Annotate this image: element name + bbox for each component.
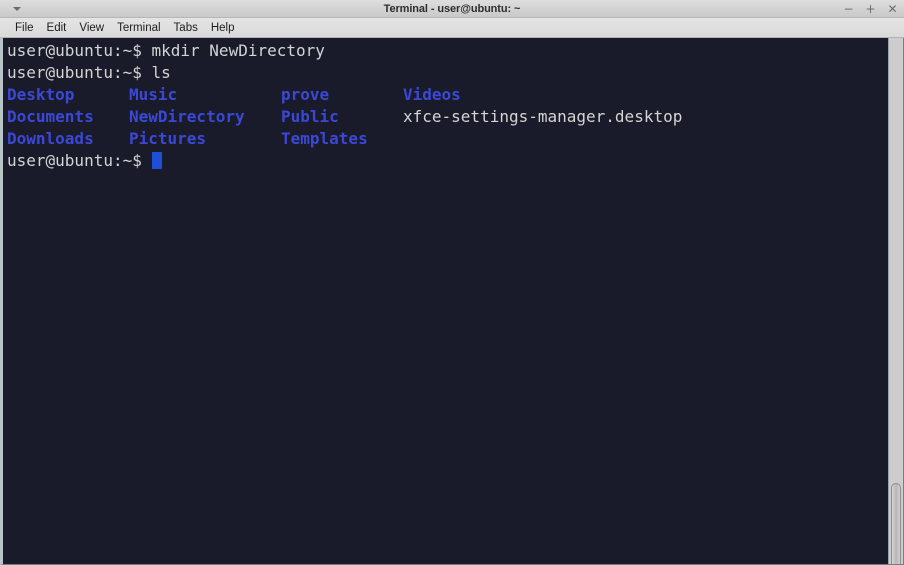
menu-item-tabs[interactable]: Tabs [168, 19, 205, 37]
ls-directory-entry: Pictures [129, 129, 207, 148]
ls-directory-entry: Music [129, 85, 178, 104]
ls-output-row: Desktop Music prove Videos [7, 84, 888, 106]
ls-directory-entry: prove [281, 85, 330, 104]
shell-command: mkdir NewDirectory [151, 41, 325, 60]
terminal-line: user@ubuntu:~$ mkdir NewDirectory [7, 40, 888, 62]
ls-directory-entry: Templates [281, 129, 368, 148]
ls-directory-entry: Downloads [7, 129, 94, 148]
terminal-line-active: user@ubuntu:~$ [7, 150, 888, 172]
ls-output-row: Downloads Pictures Templates [7, 128, 888, 150]
caret-down-icon [13, 6, 21, 11]
ls-directory-entry: Documents [7, 107, 94, 126]
ls-directory-entry: Videos [403, 85, 461, 104]
terminal-scrollbar[interactable] [888, 38, 903, 564]
window-menu-button[interactable] [6, 0, 28, 18]
menu-item-edit[interactable]: Edit [41, 19, 74, 37]
window-controls: − + ✕ [843, 0, 898, 18]
ls-directory-entry: NewDirectory [129, 107, 245, 126]
menu-item-terminal[interactable]: Terminal [111, 19, 167, 37]
ls-output-row: Documents NewDirectory Public xfce-settings… [7, 106, 888, 128]
close-button[interactable]: ✕ [887, 2, 898, 16]
minimize-button[interactable]: − [843, 2, 854, 16]
window-title: Terminal - user@ubuntu: ~ [383, 2, 521, 15]
terminal-line: user@ubuntu:~$ ls [7, 62, 888, 84]
shell-prompt: user@ubuntu:~$ [7, 63, 152, 82]
menu-bar: File Edit View Terminal Tabs Help [0, 18, 904, 38]
shell-prompt: user@ubuntu:~$ [7, 151, 152, 170]
block-cursor-icon [151, 152, 162, 169]
ls-directory-entry: Desktop [7, 85, 75, 104]
terminal-body: user@ubuntu:~$ mkdir NewDirectory user@u… [0, 38, 904, 565]
title-bar: Terminal - user@ubuntu: ~ − + ✕ [0, 0, 904, 18]
maximize-button[interactable]: + [865, 2, 876, 16]
menu-item-file[interactable]: File [9, 19, 41, 37]
menu-item-view[interactable]: View [73, 19, 111, 37]
menu-item-help[interactable]: Help [205, 19, 242, 37]
shell-prompt: user@ubuntu:~$ [7, 41, 152, 60]
ls-directory-entry: Public [281, 107, 339, 126]
terminal-window: Terminal - user@ubuntu: ~ − + ✕ File Edi… [0, 0, 904, 565]
scrollbar-thumb[interactable] [891, 483, 901, 564]
terminal-screen[interactable]: user@ubuntu:~$ mkdir NewDirectory user@u… [3, 38, 888, 564]
ls-file-entry: xfce-settings-manager.desktop [403, 107, 683, 126]
shell-command: ls [151, 63, 171, 82]
